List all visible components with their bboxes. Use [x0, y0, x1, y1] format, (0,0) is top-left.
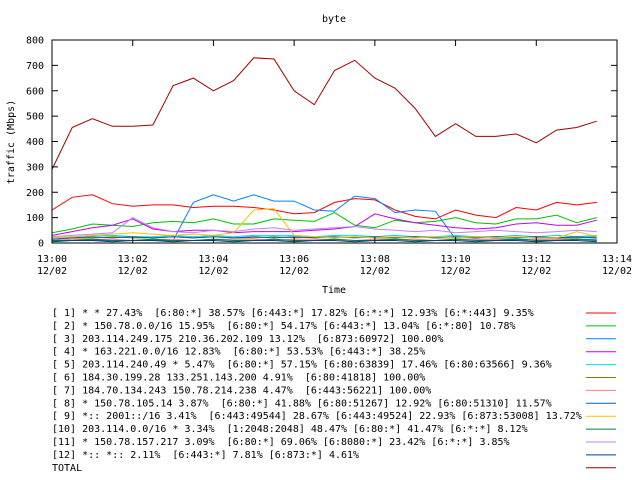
legend-label: [10] 203.114.0.0/16 * 3.34% [1:2048:2048… [52, 424, 528, 435]
chart-title: byte [322, 14, 346, 25]
x-tick-label-time: 13:04 [198, 254, 228, 265]
x-tick-label-date: 12/02 [198, 266, 228, 277]
legend-label: [ 5] 203.114.240.49 * 5.47% [6:80:*] 57.… [52, 360, 552, 371]
legend-label: [ 6] 184.30.199.28 133.251.143.200 4.91%… [52, 373, 425, 384]
x-tick-label-time: 13:02 [118, 254, 148, 265]
x-axis-label: Time [322, 285, 346, 296]
series-line [51, 217, 597, 238]
y-tick-label: 500 [26, 112, 44, 123]
traffic-chart: byte traffic (Mbps) Time 0 100 200 300 400 50… [6, 14, 632, 474]
series-line [51, 194, 597, 220]
y-tick-label: 700 [26, 61, 44, 72]
x-tick-label-time: 13:12 [521, 254, 551, 265]
x-tick-label-date: 12/02 [118, 266, 148, 277]
x-tick-label-date: 12/02 [37, 266, 67, 277]
y-tick-label: 600 [26, 86, 44, 97]
y-tick-label: 800 [26, 36, 44, 47]
y-tick-label: 0 [38, 239, 44, 250]
x-tick-label-date: 12/02 [441, 266, 471, 277]
series-layer [51, 57, 597, 243]
y-tick-label: 100 [26, 213, 44, 224]
x-tick-label-time: 13:14 [602, 254, 632, 265]
legend: [ 1] * * 27.43% [6:80:*] 38.57% [6:443:*… [52, 308, 616, 474]
series-line [51, 240, 597, 243]
legend-label: [ 8] * 150.78.105.14 3.87% [6:80:*] 41.8… [52, 398, 552, 409]
legend-label: [ 2] * 150.78.0.0/16 15.95% [6:80:*] 54.… [52, 321, 516, 332]
y-tick-label: 400 [26, 137, 44, 148]
x-tick-label-time: 13:10 [441, 254, 471, 265]
legend-label: [11] * 150.78.157.217 3.09% [6:80:*] 69.… [52, 437, 510, 448]
legend-label: [ 7] 184.70.134.243 150.78.214.238 4.47%… [52, 385, 431, 396]
legend-label: [ 9] *:: 2001::/16 3.41% [6:443:49544] 2… [52, 411, 582, 422]
series-line [51, 208, 597, 239]
series-line [51, 57, 597, 170]
x-tick-label-date: 12/02 [602, 266, 632, 277]
x-tick-label-date: 12/02 [360, 266, 390, 277]
x-tick-label-date: 12/02 [279, 266, 309, 277]
legend-label: [ 3] 203.114.249.175 210.36.202.109 13.1… [52, 334, 443, 345]
x-tick-label-time: 13:08 [360, 254, 390, 265]
y-tick-label: 200 [26, 188, 44, 199]
legend-label: [ 4] * 163.221.0.0/16 12.83% [6:80:*] 53… [52, 347, 425, 358]
y-tick-label: 300 [26, 162, 44, 173]
legend-label: [ 1] * * 27.43% [6:80:*] 38.57% [6:443:*… [52, 308, 534, 319]
legend-label: [12] *:: *:: 2.11% [6:443:*] 7.81% [6:87… [52, 450, 359, 461]
y-axis-label: traffic (Mbps) [6, 100, 17, 184]
x-tick-label-time: 13:06 [279, 254, 309, 265]
x-tick-label-time: 13:00 [37, 254, 67, 265]
x-tick-label-date: 12/02 [521, 266, 551, 277]
legend-label: TOTAL [52, 463, 82, 474]
